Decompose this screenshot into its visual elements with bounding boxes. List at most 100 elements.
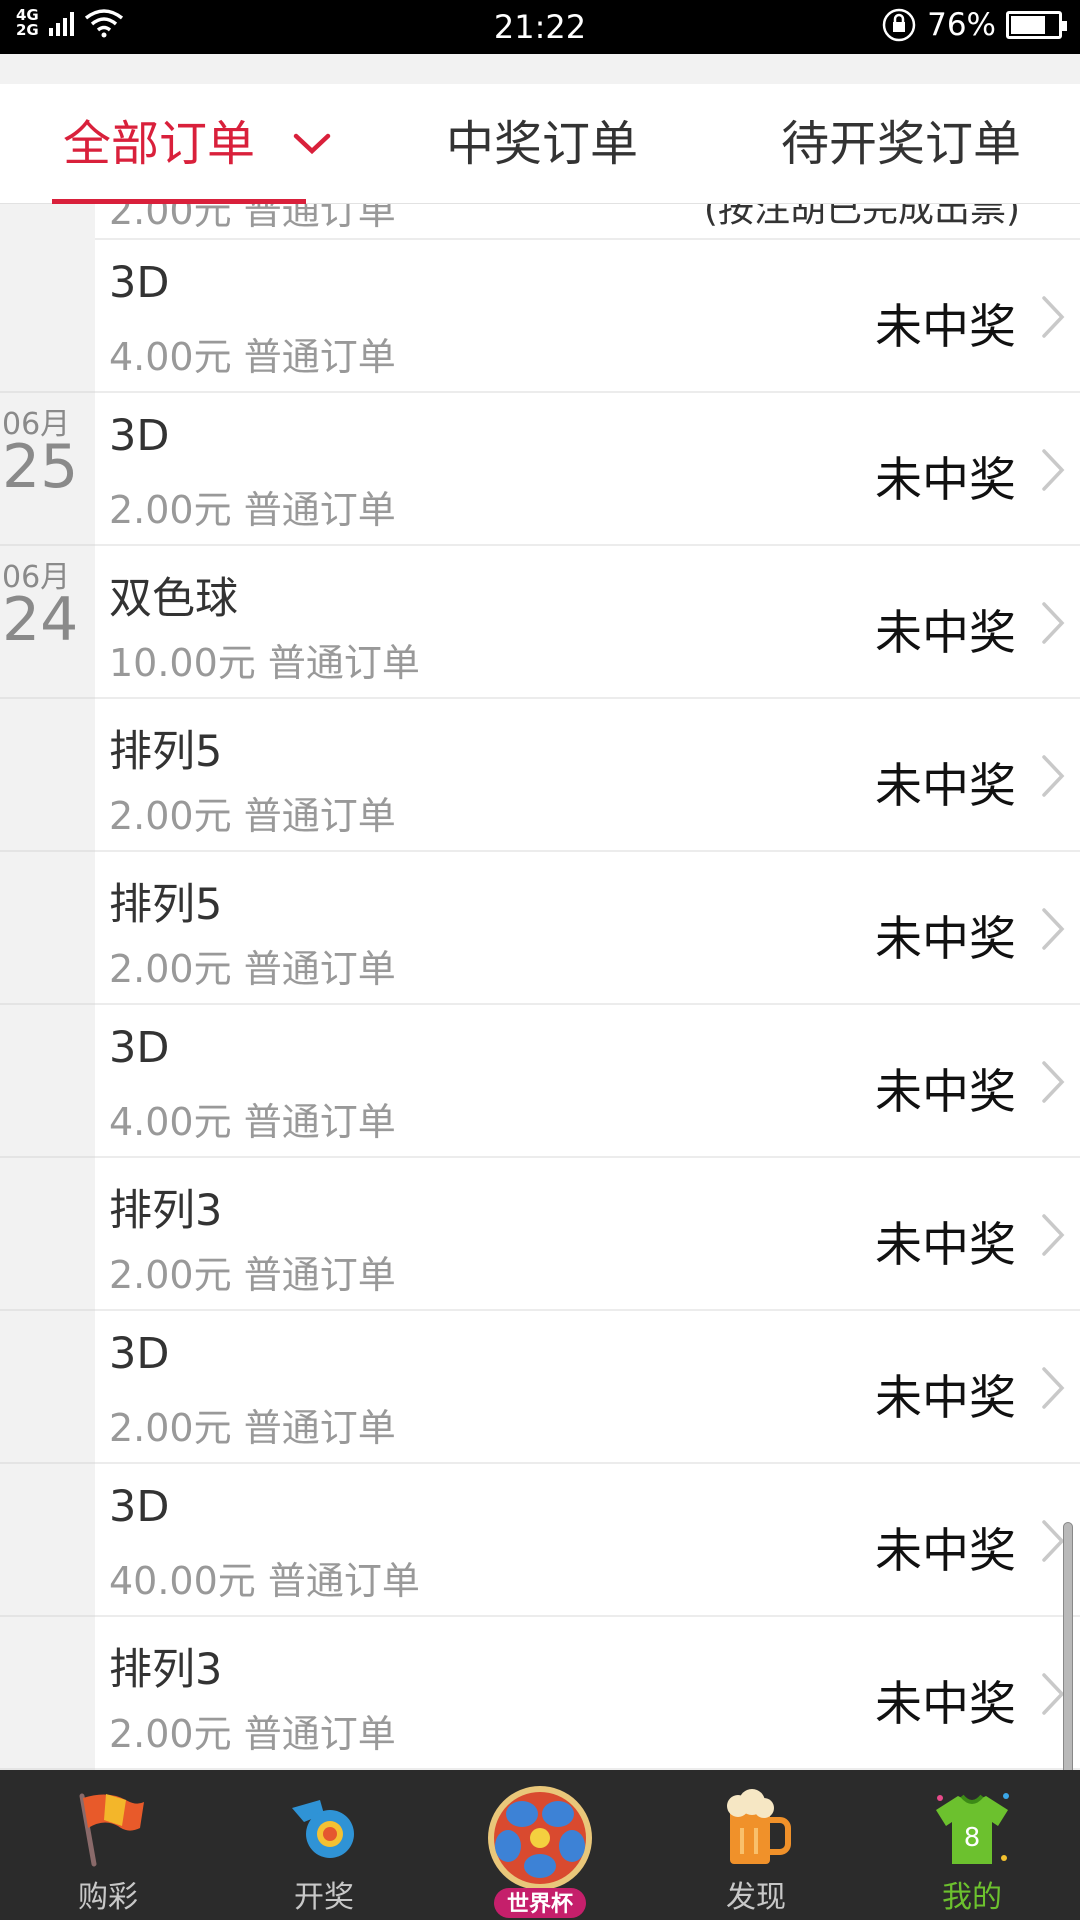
world-cup-badge-text: 世界杯 [507,1892,573,1917]
chevron-right-icon[interactable] [1040,600,1066,646]
battery-percent: 76% [927,7,996,43]
scrollbar[interactable] [1063,1522,1073,1770]
chevron-right-icon[interactable] [1040,1212,1066,1258]
lottery-name: 3D [109,1329,170,1379]
tab-pending-orders[interactable]: 待开奖订单 [781,114,1021,174]
list-item[interactable]: 排列5 2.00元 普通订单 未中奖 [0,852,1080,1005]
whistle-icon [292,1800,354,1858]
order-status: 未中奖 [875,1065,1016,1120]
nav-item-draw[interactable]: 开奖 [216,1770,432,1920]
list-item-content: 排列5 2.00元 普通订单 未中奖 [95,852,1080,1005]
tab-all-orders[interactable]: 全部订单 [63,114,255,174]
date-day: 24 [2,585,79,655]
list-item[interactable]: 排列3 2.00元 普通订单 未中奖 [0,1158,1080,1311]
chevron-right-icon[interactable] [1040,447,1066,493]
list-item-content: 3D 2.00元 普通订单 未中奖 [95,393,1080,546]
order-amount-type: 2.00元 普通订单 [109,785,396,840]
list-item-content: 排列3 2.00元 普通订单 未中奖 [95,1158,1080,1311]
status-bar: 4G 2G 21:22 76% [0,0,1080,54]
chevron-right-icon[interactable] [1040,294,1066,340]
order-amount: 2.00元 [109,1253,232,1297]
list-item-content: 3D 4.00元 普通订单 未中奖 [95,240,1080,393]
order-type: 普通订单 [243,488,396,532]
order-status: 未中奖 [875,1524,1016,1579]
order-amount-type: 2.00元 普通订单 [109,1244,396,1299]
nav-label-mine: 我的 [942,1880,1002,1915]
chevron-right-icon[interactable] [1040,1365,1066,1411]
order-amount: 2.00元 [109,1712,232,1756]
list-item-partial[interactable]: 2.00元 普通订单 (按注胡已完成出票) [0,204,1080,240]
jersey-icon: 8 [936,1793,1009,1864]
order-amount: 4.00元 [109,1100,232,1144]
nav-label-draw: 开奖 [294,1880,354,1915]
tab-winning-orders[interactable]: 中奖订单 [446,114,638,174]
list-item-content: 排列3 2.00元 普通订单 未中奖 [95,1617,1080,1770]
order-status: 未中奖 [875,300,1016,355]
order-type: 普通订单 [267,1559,420,1603]
lottery-name: 3D [109,1482,170,1532]
order-type: 普通订单 [243,1712,396,1756]
order-amount: 2.00元 普通订单 [109,204,396,233]
order-amount: 40.00元 [109,1559,256,1603]
order-note: (按注胡已完成出票) [703,204,1020,230]
order-amount-type: 2.00元 普通订单 [109,1703,396,1758]
battery-icon [1006,11,1067,39]
date-day: 25 [2,432,79,502]
list-item[interactable]: 3D 4.00元 普通订单 未中奖 [0,1005,1080,1158]
order-type: 普通订单 [243,1253,396,1297]
list-item[interactable]: 3D 40.00元 普通订单 未中奖 [0,1464,1080,1617]
lottery-name: 排列5 [109,727,223,777]
order-amount: 4.00元 [109,335,232,379]
chevron-right-icon[interactable] [1040,906,1066,952]
list-item-content: 双色球 10.00元 普通订单 未中奖 [95,546,1080,699]
rotation-lock-icon [882,8,916,42]
nav-item-discover[interactable]: 发现 [648,1770,864,1920]
lottery-name: 3D [109,1023,170,1073]
order-amount-type: 40.00元 普通订单 [109,1550,420,1605]
list-item[interactable]: 3D 4.00元 普通订单 未中奖 [0,240,1080,393]
order-amount: 2.00元 [109,947,232,991]
status-right: 76% [881,7,1067,43]
order-status: 未中奖 [875,453,1016,508]
nav-label-discover: 发现 [726,1880,786,1915]
list-item[interactable]: 3D 2.00元 普通订单 未中奖 [0,1311,1080,1464]
top-gap [0,54,1080,84]
order-status: 未中奖 [875,1677,1016,1732]
order-type: 普通订单 [243,1100,396,1144]
order-amount-type: 2.00元 普通订单 [109,938,396,993]
list-item-content: 排列5 2.00元 普通订单 未中奖 [95,699,1080,852]
order-tabs: 全部订单 中奖订单 待开奖订单 [0,84,1080,204]
lottery-name: 排列3 [109,1645,223,1695]
order-type: 普通订单 [243,947,396,991]
chevron-right-icon[interactable] [1040,1059,1066,1105]
nav-item-buy[interactable]: 购彩 [0,1770,216,1920]
order-status: 未中奖 [875,1371,1016,1426]
nav-item-world-cup[interactable]: 世界杯 [432,1770,648,1920]
order-amount: 2.00元 [109,794,232,838]
jersey-number: 8 [964,1823,981,1853]
chevron-right-icon[interactable] [1040,753,1066,799]
order-list[interactable]: 2.00元 普通订单 (按注胡已完成出票) 3D 4.00元 普通订单 未中奖 06月… [0,204,1080,1770]
list-item[interactable]: 排列3 2.00元 普通订单 未中奖 [0,1617,1080,1770]
order-amount: 2.00元 [109,488,232,532]
order-amount: 10.00元 [109,641,256,685]
nav-label-buy: 购彩 [78,1880,138,1915]
active-tab-indicator [52,199,306,204]
list-item[interactable]: 06月 24 双色球 10.00元 普通订单 未中奖 [0,546,1080,699]
order-amount-type: 4.00元 普通订单 [109,326,396,381]
list-item[interactable]: 06月 25 3D 2.00元 普通订单 未中奖 [0,393,1080,546]
list-item-content: 3D 4.00元 普通订单 未中奖 [95,1005,1080,1158]
list-item[interactable]: 排列5 2.00元 普通订单 未中奖 [0,699,1080,852]
order-status: 未中奖 [875,1218,1016,1273]
list-item-content: 3D 40.00元 普通订单 未中奖 [95,1464,1080,1617]
lottery-name: 排列5 [109,880,223,930]
flag-icon [79,1793,144,1867]
order-amount-type: 2.00元 普通订单 [109,479,396,534]
nav-item-mine[interactable]: 8 我的 [864,1770,1080,1920]
list-item-content: 3D 2.00元 普通订单 未中奖 [95,1311,1080,1464]
order-amount: 2.00元 [109,1406,232,1450]
order-amount-type: 2.00元 普通订单 [109,1397,396,1452]
world-cup-ball-icon: 世界杯 [488,1786,592,1918]
chevron-down-icon[interactable] [292,131,332,157]
bottom-nav: 购彩 开奖 世界杯 发现 8 我的 [0,1770,1080,1920]
